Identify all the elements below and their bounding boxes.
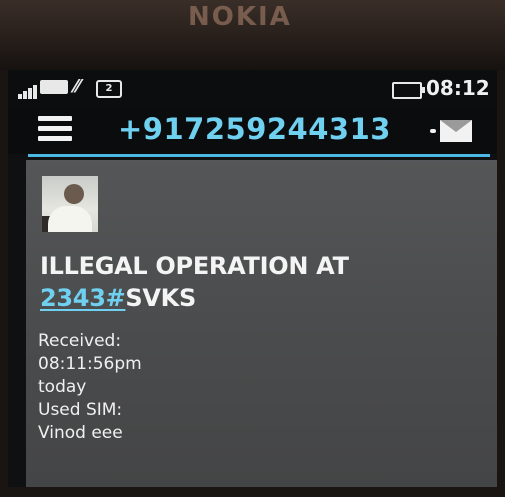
envelope-icon[interactable] — [430, 120, 472, 142]
sender-number: +917259244313 — [118, 112, 391, 146]
sim-icon: 2 — [96, 80, 122, 98]
message-header: +917259244313 — [8, 106, 497, 154]
received-time: 08:11:56pm — [38, 354, 142, 374]
message-line-2-rest: SVKS — [125, 284, 196, 312]
phone-bezel-bottom — [0, 487, 505, 497]
message-panel: ILLEGAL OPERATION AT 2343#SVKS Received:… — [26, 160, 497, 487]
used-sim-value: Vinod eee — [38, 423, 123, 443]
contact-avatar — [42, 176, 98, 232]
network-icon — [40, 80, 68, 94]
message-line-1: ILLEGAL OPERATION AT — [40, 252, 349, 280]
header-divider — [28, 154, 490, 157]
brand-logo: NOKIA — [188, 2, 292, 32]
menu-icon[interactable] — [38, 116, 72, 142]
status-bar: ⁄⁄ 2 08:12 — [8, 70, 497, 106]
received-day: today — [38, 377, 87, 397]
phone-bezel-left — [0, 70, 8, 497]
used-sim-label: Used SIM: — [38, 400, 123, 420]
battery-icon — [392, 82, 425, 99]
message-link[interactable]: 2343# — [40, 284, 126, 312]
status-time: 08:12 — [426, 76, 490, 100]
received-label: Received: — [38, 331, 122, 351]
signal-icon — [18, 80, 38, 99]
message-details: Received: 08:11:56pm today Used SIM: Vin… — [38, 330, 142, 445]
phone-screen: ⁄⁄ 2 08:12 +917259244313 ILLEGAL OPERATI… — [8, 70, 497, 487]
phone-bezel-top: NOKIA — [0, 0, 505, 70]
phone-bezel-right — [497, 70, 505, 497]
message-line-2: 2343#SVKS — [40, 284, 196, 312]
network-slash-icon: ⁄⁄ — [74, 76, 81, 97]
